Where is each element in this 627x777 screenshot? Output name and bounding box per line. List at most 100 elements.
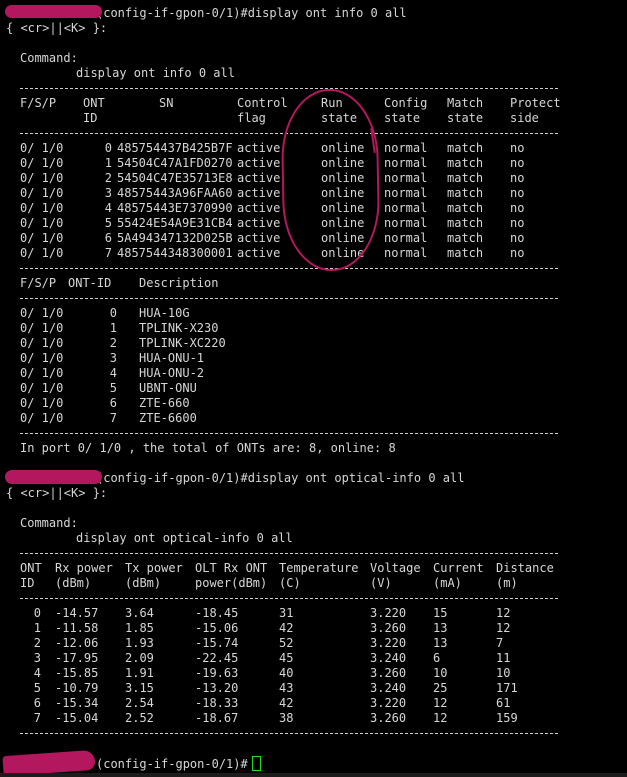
control-flag-cell: active — [237, 216, 281, 230]
fsp-cell: 0/ 1/0 — [20, 141, 64, 155]
config-state-cell: normal — [384, 201, 428, 215]
temperature-cell: 31 — [279, 606, 294, 620]
temperature-cell: 52 — [279, 636, 294, 650]
distance-cell: 61 — [496, 696, 511, 710]
distance-cell: 159 — [496, 711, 518, 725]
optical-info-row: 6 -15.34 2.54 -18.33 42 3.220 12 61 — [6, 696, 627, 711]
voltage-cell: 3.260 — [370, 711, 407, 725]
voltage-cell: 3.240 — [370, 651, 407, 665]
ont-id-cell: 0 — [33, 606, 42, 620]
config-state-cell: normal — [384, 171, 428, 185]
fsp-cell: 0/ 1/0 — [20, 216, 64, 230]
optical-info-row: 4 -15.85 1.91 -19.63 40 3.260 10 10 — [6, 666, 627, 681]
ont-id-cell: 4 — [109, 366, 118, 380]
description-cell: HUA-10G — [139, 306, 190, 320]
fsp-cell: 0/ 1/0 — [20, 381, 64, 395]
olt-rx-power-cell: -13.20 — [195, 681, 239, 695]
ont-id-cell: 3 — [33, 651, 42, 665]
distance-cell: 10 — [496, 666, 511, 680]
ont-description-row: 0/ 1/0 6 ZTE-660 — [6, 396, 627, 411]
separator-line — [6, 546, 627, 561]
command-label-line: Command: — [6, 51, 627, 66]
protect-side-cell: no — [510, 186, 525, 200]
tx-power-cell: 3.64 — [125, 606, 154, 620]
fsp-cell: 0/ 1/0 — [20, 366, 64, 380]
voltage-cell: 3.220 — [370, 606, 407, 620]
prompt-line: (config-if-gpon-0/1)# — [6, 756, 627, 771]
prompt-command: (config-if-gpon-0/1)#display ont info 0 … — [96, 6, 407, 20]
protect-side-cell: no — [510, 216, 525, 230]
column-header: Tx power — [125, 561, 183, 575]
redaction-mark — [5, 5, 102, 18]
column-header: ONT-ID — [68, 276, 112, 290]
command-echo: display ont optical-info 0 all — [76, 531, 293, 545]
ont-description-row: 0/ 1/0 5 UBNT-ONU — [6, 381, 627, 396]
tx-power-cell: 2.52 — [125, 711, 154, 725]
optical-info-row: 3 -17.95 2.09 -22.45 45 3.240 6 11 — [6, 651, 627, 666]
port-summary: In port 0/ 1/0 , the total of ONTs are: … — [20, 441, 396, 455]
protect-side-cell: no — [510, 156, 525, 170]
column-header: Current — [433, 561, 484, 575]
fsp-cell: 0/ 1/0 — [20, 351, 64, 365]
column-header: Temperature — [279, 561, 359, 575]
ont-id-cell: 5 — [104, 216, 113, 230]
column-header: Distance — [496, 561, 554, 575]
ont-id-cell: 6 — [33, 696, 42, 710]
olt-rx-power-cell: -22.45 — [195, 651, 239, 665]
rx-power-cell: -17.95 — [55, 651, 99, 665]
match-state-cell: match — [447, 246, 484, 260]
ont-description-row: 0/ 1/0 3 HUA-ONU-1 — [6, 351, 627, 366]
config-state-cell: normal — [384, 216, 428, 230]
text-cursor[interactable] — [251, 756, 261, 771]
optical-info-row: 2 -12.06 1.93 -15.74 52 3.220 13 7 — [6, 636, 627, 651]
tx-power-cell: 1.85 — [125, 621, 154, 635]
temperature-cell: 40 — [279, 666, 294, 680]
completion-hint: { <cr>||<K> }: — [6, 21, 108, 35]
dashed-divider — [20, 598, 558, 599]
column-header: Match — [447, 96, 484, 110]
temperature-cell: 38 — [279, 711, 294, 725]
fsp-cell: 0/ 1/0 — [20, 186, 64, 200]
olt-rx-power-cell: -19.63 — [195, 666, 239, 680]
distance-cell: 12 — [496, 621, 511, 635]
control-flag-cell: active — [237, 171, 281, 185]
control-flag-cell: active — [237, 141, 281, 155]
sn-cell: 4857544348300001 — [117, 246, 233, 260]
column-header: Config — [384, 96, 428, 110]
sn-cell: 5A494347132D025B — [117, 231, 233, 245]
protect-side-cell: no — [510, 246, 525, 260]
fsp-cell: 0/ 1/0 — [20, 231, 64, 245]
config-state-cell: normal — [384, 246, 428, 260]
ont-id-cell: 1 — [109, 321, 118, 335]
column-header: (mA) — [433, 576, 462, 590]
sn-cell: 55424E54A9E31CB4 — [117, 216, 233, 230]
description-cell: TPLINK-XC220 — [139, 336, 226, 350]
ont-description-row: 0/ 1/0 0 HUA-10G — [6, 306, 627, 321]
dashed-divider — [20, 88, 558, 89]
config-state-cell: normal — [384, 141, 428, 155]
ont-id-cell: 6 — [104, 231, 113, 245]
current-cell: 13 — [433, 636, 448, 650]
match-state-cell: match — [447, 156, 484, 170]
column-header: F/S/P — [20, 276, 57, 290]
distance-cell: 171 — [496, 681, 518, 695]
tx-power-cell: 1.91 — [125, 666, 154, 680]
fsp-cell: 0/ 1/0 — [20, 156, 64, 170]
prompt-command: (config-if-gpon-0/1)#display ont optical… — [96, 471, 465, 485]
column-header: (V) — [370, 576, 392, 590]
match-state-cell: match — [447, 201, 484, 215]
fsp-cell: 0/ 1/0 — [20, 306, 64, 320]
dashed-divider — [20, 553, 558, 554]
optical-info-row: 7 -15.04 2.52 -18.67 38 3.260 12 159 — [6, 711, 627, 726]
sn-cell: 485754437B425B7F — [117, 141, 233, 155]
temperature-cell: 42 — [279, 696, 294, 710]
distance-cell: 7 — [496, 636, 504, 650]
table-header: F/S/P ONT-ID Description — [6, 276, 627, 291]
redaction-mark — [5, 470, 102, 484]
voltage-cell: 3.220 — [370, 636, 407, 650]
ont-description-row: 0/ 1/0 7 ZTE-6600 — [6, 411, 627, 426]
hint-line: { <cr>||<K> }: — [6, 21, 627, 36]
table-header: ONT Rx power Tx power OLT Rx ONT Temperature… — [6, 561, 627, 576]
column-header: Voltage — [370, 561, 421, 575]
